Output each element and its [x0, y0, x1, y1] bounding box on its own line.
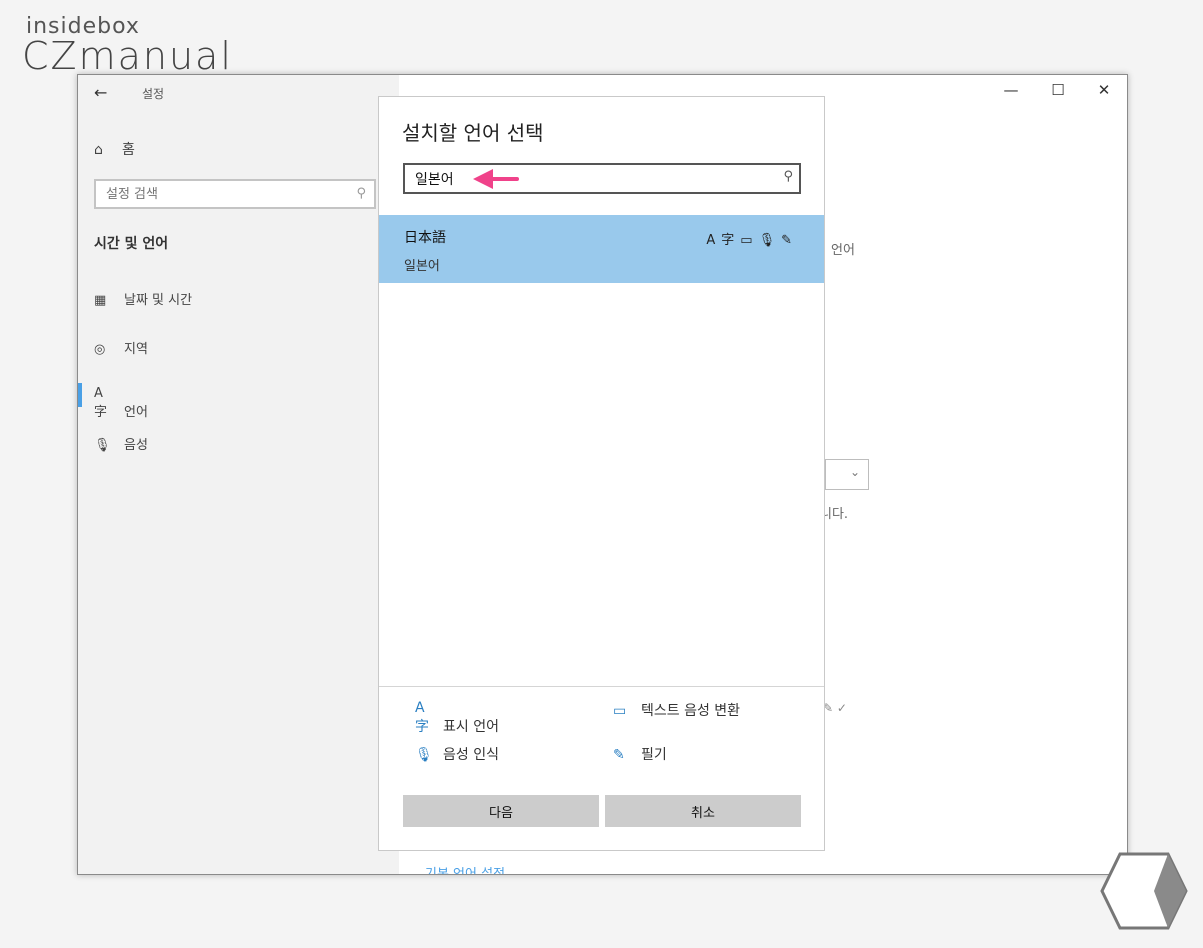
sidebar-item-date-time[interactable]: ▦ 날짜 및 시간 — [94, 289, 192, 308]
window-title: 설정 — [142, 87, 165, 101]
language-korean-name: 일본어 — [404, 259, 440, 274]
microphone-icon: 🎙︎ — [94, 438, 111, 453]
annotation-arrow-icon — [473, 169, 519, 189]
sidebar: ← 설정 ⌂홈 ⚲ 시간 및 언어 ▦날짜 및 시간 ◎지역 A字언어 🎙︎음성 — [78, 75, 399, 874]
settings-search-input[interactable] — [96, 181, 356, 207]
legend-label: 표시 언어 — [443, 719, 499, 735]
sidebar-item-language[interactable]: A字 언어 — [94, 386, 148, 420]
speech-recognition-icon: 🎙︎ — [415, 747, 433, 763]
calendar-clock-icon: ▦ — [94, 293, 107, 308]
text-to-speech-icon: ▭ — [613, 703, 627, 719]
close-button[interactable]: ✕ — [1094, 81, 1114, 99]
choose-language-dialog: 설치할 언어 선택 ⚲ 日本語 일본어 A字▭🎙︎✎ A字표시 언어 ▭텍스트 … — [378, 96, 825, 851]
language-feature-icons: A字▭🎙︎✎ — [706, 229, 798, 248]
search-icon: ⚲ — [783, 169, 793, 184]
language-search-box[interactable]: ⚲ — [403, 163, 801, 194]
next-button[interactable]: 다음 — [403, 795, 599, 827]
hexagon-logo-icon — [1100, 852, 1188, 930]
sidebar-item-speech[interactable]: 🎙︎ 음성 — [94, 434, 148, 453]
legend-speech-recognition: 🎙︎ 음성 인식 — [415, 744, 499, 764]
cancel-button[interactable]: 취소 — [605, 795, 801, 827]
legend-text-to-speech: ▭ 텍스트 음성 변환 — [613, 700, 740, 720]
sidebar-item-label: 지역 — [124, 342, 148, 357]
legend-display-language: A字 표시 언어 — [415, 700, 499, 736]
sidebar-section-title: 시간 및 언어 — [94, 236, 169, 252]
globe-icon: ◎ — [94, 342, 106, 357]
sidebar-item-label: 음성 — [124, 438, 148, 453]
dialog-title: 설치할 언어 선택 — [402, 121, 544, 145]
handwriting-icon: ✎ — [781, 233, 798, 248]
sidebar-item-home[interactable]: ⌂ 홈 — [94, 139, 135, 159]
minimize-button[interactable]: — — [1001, 81, 1021, 99]
background-dropdown[interactable]: ⌄ — [825, 459, 869, 490]
language-icon: A字 — [94, 386, 108, 420]
display-language-icon: A字 — [415, 700, 429, 735]
handwriting-icon: ✎ — [613, 747, 625, 763]
sidebar-item-label: 날짜 및 시간 — [124, 293, 193, 308]
text-to-speech-icon: ▭ — [740, 233, 759, 248]
legend-label: 텍스트 음성 변환 — [641, 703, 741, 719]
sidebar-item-region[interactable]: ◎ 지역 — [94, 338, 148, 357]
language-result-japanese[interactable]: 日本語 일본어 A字▭🎙︎✎ — [379, 215, 824, 283]
maximize-button[interactable]: ☐ — [1048, 81, 1068, 99]
home-icon: ⌂ — [94, 142, 103, 158]
background-feature-icons: ✎ ✓ — [823, 701, 847, 715]
sidebar-home-label: 홈 — [122, 142, 135, 158]
active-indicator — [78, 383, 82, 407]
default-language-settings-link[interactable]: 기본 언어 설정 — [425, 863, 505, 874]
search-icon: ⚲ — [356, 186, 366, 201]
display-language-icon: A字 — [706, 233, 741, 248]
legend-handwriting: ✎ 필기 — [613, 744, 667, 764]
speech-recognition-icon: 🎙︎ — [758, 233, 782, 248]
legend-label: 필기 — [641, 747, 667, 763]
settings-search-box[interactable]: ⚲ — [94, 179, 376, 209]
background-language-text: 언어 — [831, 243, 855, 258]
legend-label: 음성 인식 — [443, 747, 499, 763]
language-search-input[interactable] — [405, 165, 775, 192]
back-arrow-icon[interactable]: ← — [94, 83, 107, 102]
chevron-down-icon: ⌄ — [849, 465, 860, 479]
language-native-name: 日本語 — [404, 230, 446, 246]
watermark-czmanual: CZmanual — [22, 34, 233, 78]
dialog-divider — [379, 686, 824, 687]
sidebar-item-label: 언어 — [124, 405, 148, 420]
